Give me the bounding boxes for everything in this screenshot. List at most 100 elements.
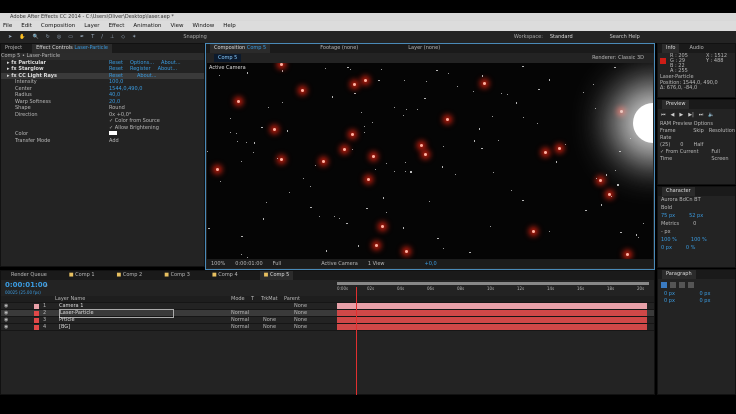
parent-select[interactable]: None xyxy=(294,303,307,310)
layer-duration-bar[interactable] xyxy=(337,303,647,309)
puppet-tool-icon[interactable]: ✶ xyxy=(132,34,136,40)
eye-icon[interactable]: ◉ xyxy=(4,317,8,324)
eye-icon[interactable]: ◉ xyxy=(4,324,8,331)
property-value[interactable]: Add xyxy=(109,138,119,144)
rectangle-tool-icon[interactable]: ▭ xyxy=(68,34,73,40)
first-frame-icon[interactable]: ⏮ xyxy=(661,112,666,118)
menu-file[interactable]: File xyxy=(3,21,12,31)
align-right-icon[interactable] xyxy=(679,282,685,288)
leading[interactable]: 52 px xyxy=(689,212,703,220)
tab-composition[interactable]: Composition Comp 5 xyxy=(210,44,271,53)
tab-info[interactable]: Info xyxy=(662,44,680,53)
tab-audio[interactable]: Audio xyxy=(689,44,703,53)
menu-effect[interactable]: Effect xyxy=(109,21,125,31)
comp-subtab[interactable]: Comp 5 xyxy=(214,54,242,62)
font-size[interactable]: 75 px xyxy=(661,212,675,220)
parent-select[interactable]: None xyxy=(294,324,307,331)
trkmat-select[interactable]: None xyxy=(263,324,276,331)
horizontal-scale[interactable]: 100 % xyxy=(691,236,707,244)
workspace-select[interactable]: Standard xyxy=(550,34,573,40)
property-value[interactable]: 100,0 xyxy=(109,79,123,85)
property-value[interactable]: 1544,0,490,0 xyxy=(109,86,142,92)
font-style-select[interactable]: Bold xyxy=(661,204,735,212)
justify-icon[interactable] xyxy=(688,282,694,288)
eye-icon[interactable]: ◉ xyxy=(4,303,8,310)
menu-help[interactable]: Help xyxy=(223,21,236,31)
tab-character[interactable]: Character xyxy=(662,187,695,196)
text-tool-icon[interactable]: T xyxy=(91,34,94,40)
layer-duration-bar[interactable] xyxy=(337,317,647,323)
parent-select[interactable]: None xyxy=(294,317,307,324)
tab-comp-4[interactable]: ■ Comp 4 xyxy=(212,271,238,280)
next-frame-icon[interactable]: ▶| xyxy=(688,112,694,118)
hand-tool-icon[interactable]: ✋ xyxy=(19,34,25,40)
property-value[interactable]: Allow Brightening xyxy=(115,125,159,131)
timecode[interactable]: 0:00:01:00 xyxy=(5,281,48,289)
camera-tool-icon[interactable]: ◎ xyxy=(57,34,61,40)
view-select[interactable]: Active Camera xyxy=(321,261,358,267)
parent-select[interactable]: None xyxy=(294,310,307,317)
tab-project[interactable]: Project xyxy=(5,44,22,53)
exposure-value[interactable]: +0,0 xyxy=(425,261,437,267)
tab-layer[interactable]: Layer (none) xyxy=(408,44,440,53)
menu-layer[interactable]: Layer xyxy=(84,21,99,31)
trkmat-select[interactable]: None xyxy=(263,317,276,324)
tab-paragraph[interactable]: Paragraph xyxy=(662,270,696,279)
work-area-bar[interactable] xyxy=(337,282,649,285)
stamp-tool-icon[interactable]: ⊥ xyxy=(110,34,114,40)
frame-rate-select[interactable]: (25) xyxy=(660,142,670,149)
tab-comp-5[interactable]: ■ Comp 5 xyxy=(259,271,294,280)
align-left-icon[interactable] xyxy=(661,282,667,288)
tab-comp-2[interactable]: ■ Comp 2 xyxy=(117,271,143,280)
layer-name[interactable]: [BG] xyxy=(59,324,70,331)
menu-animation[interactable]: Animation xyxy=(133,21,161,31)
tab-render-queue[interactable]: Render Queue xyxy=(11,271,47,280)
property-value[interactable]: Round xyxy=(109,105,125,111)
pen-tool-icon[interactable]: ✒ xyxy=(80,34,84,40)
renderer-value[interactable]: Classic 3D xyxy=(618,55,644,61)
property-value[interactable]: Color from Source xyxy=(115,118,160,124)
tab-comp-1[interactable]: ■ Comp 1 xyxy=(69,271,95,280)
layer-duration-bar[interactable] xyxy=(337,310,647,316)
menu-composition[interactable]: Composition xyxy=(41,21,75,31)
tab-comp-3[interactable]: ■ Comp 3 xyxy=(164,271,190,280)
space-after[interactable]: 0 px xyxy=(700,298,736,305)
layer-row[interactable]: ◉ 3 Prticle Normal None None xyxy=(1,317,654,324)
color-swatch[interactable] xyxy=(109,131,117,135)
from-current-checkbox[interactable]: ✓ From Current Time xyxy=(660,149,705,163)
tsume[interactable]: 0 % xyxy=(686,244,696,252)
audio-icon[interactable]: 🔈 xyxy=(708,112,714,118)
snapping-toggle[interactable]: Snapping xyxy=(183,34,207,40)
menu-view[interactable]: View xyxy=(170,21,183,31)
baseline-shift[interactable]: 0 px xyxy=(661,244,672,252)
last-frame-icon[interactable]: ⏭ xyxy=(699,112,704,118)
label-color[interactable] xyxy=(34,303,39,309)
rotate-tool-icon[interactable]: ↻ xyxy=(46,34,50,40)
views-select[interactable]: 1 View xyxy=(368,261,385,267)
zoom-tool-icon[interactable]: 🔍 xyxy=(32,34,38,40)
mode-select[interactable]: Normal xyxy=(231,317,249,324)
resolution-select[interactable]: Full xyxy=(273,261,282,267)
composition-viewer[interactable]: Active Camera xyxy=(207,63,653,259)
eye-icon[interactable]: ◉ xyxy=(4,310,8,317)
menu-window[interactable]: Window xyxy=(193,21,215,31)
about-link[interactable]: About... xyxy=(137,73,157,80)
label-color[interactable] xyxy=(34,317,39,323)
property-value[interactable]: 40,0 xyxy=(109,92,120,98)
mode-select[interactable]: Normal xyxy=(231,324,249,331)
menu-edit[interactable]: Edit xyxy=(21,21,32,31)
layer-row[interactable]: ◉ 4 [BG] Normal None None xyxy=(1,324,654,331)
indent-left[interactable]: 0 px xyxy=(664,291,700,298)
play-icon[interactable]: ▶ xyxy=(679,112,683,118)
ram-preview-options[interactable]: RAM Preview Options xyxy=(660,121,735,128)
kerning[interactable]: Metrics xyxy=(661,220,679,228)
tab-effect-controls[interactable]: Effect Controls Laser-Particle xyxy=(32,44,112,53)
property-value[interactable]: 0x +0,0° xyxy=(109,112,131,118)
search-help[interactable]: Search Help xyxy=(610,34,640,40)
indent-first[interactable]: 0 px xyxy=(664,298,700,305)
prev-frame-icon[interactable]: ◀ xyxy=(671,112,675,118)
skip-select[interactable]: 0 xyxy=(680,142,683,149)
tab-preview[interactable]: Preview xyxy=(662,100,690,109)
resolution-select[interactable]: Half xyxy=(693,142,703,149)
selection-tool-icon[interactable]: ➤ xyxy=(8,34,12,40)
